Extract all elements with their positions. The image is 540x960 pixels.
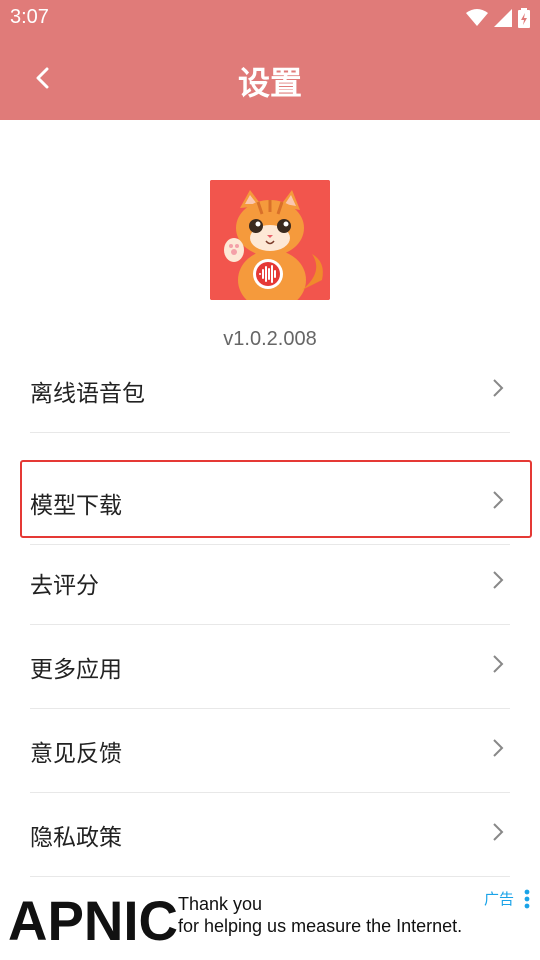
- menu-item-label: 模型下载: [30, 493, 122, 519]
- more-vert-icon[interactable]: [520, 888, 534, 910]
- app-version: v1.0.2.008: [223, 328, 317, 350]
- menu-item-label: 离线语音包: [30, 381, 145, 407]
- chevron-right-icon: [493, 655, 504, 673]
- menu-item-feedback[interactable]: 意见反馈: [30, 708, 510, 793]
- apnic-logo[interactable]: APNIC: [8, 890, 180, 944]
- page-title: 设置: [237, 64, 302, 102]
- signal-icon: [494, 9, 512, 27]
- header-bar: 3:07 设置: [0, 0, 540, 120]
- menu-item-label: 更多应用: [30, 657, 122, 683]
- menu-item-model-download[interactable]: 模型下载: [30, 460, 510, 545]
- ad-badge: 广告: [484, 890, 515, 908]
- menu-item-more-apps[interactable]: 更多应用: [30, 624, 510, 709]
- chevron-right-icon: [493, 739, 504, 757]
- status-time: 3:07: [10, 6, 49, 28]
- menu-item-rate[interactable]: 去评分: [30, 540, 510, 625]
- chevron-right-icon: [493, 823, 504, 841]
- menu-item-privacy-policy[interactable]: 隐私政策: [30, 792, 510, 877]
- menu-item-offline-voice-pack[interactable]: 离线语音包: [30, 372, 510, 433]
- settings-menu: 离线语音包 模型下载 去评分 更多应用 意见反馈 隐私政策: [0, 372, 540, 892]
- ad-body: for helping us measure the Internet.: [178, 916, 463, 936]
- menu-item-label: 隐私政策: [30, 825, 122, 851]
- ad-banner[interactable]: APNIC Thank you for helping us measure t…: [0, 880, 540, 960]
- chevron-right-icon: [493, 379, 504, 397]
- svg-text:APNIC: APNIC: [8, 890, 178, 944]
- wifi-icon: [466, 9, 488, 26]
- menu-item-label: 意见反馈: [30, 741, 122, 767]
- orange-cat-voice-icon: [210, 180, 330, 300]
- battery-icon: [518, 8, 530, 28]
- chevron-right-icon: [493, 571, 504, 589]
- ad-headline: Thank you: [178, 894, 263, 914]
- title-bar: 设置: [0, 40, 540, 120]
- status-bar: 3:07: [0, 0, 540, 36]
- app-logo: [210, 180, 330, 300]
- menu-item-label: 去评分: [30, 573, 99, 599]
- status-icons: [466, 8, 530, 28]
- chevron-right-icon: [493, 491, 504, 509]
